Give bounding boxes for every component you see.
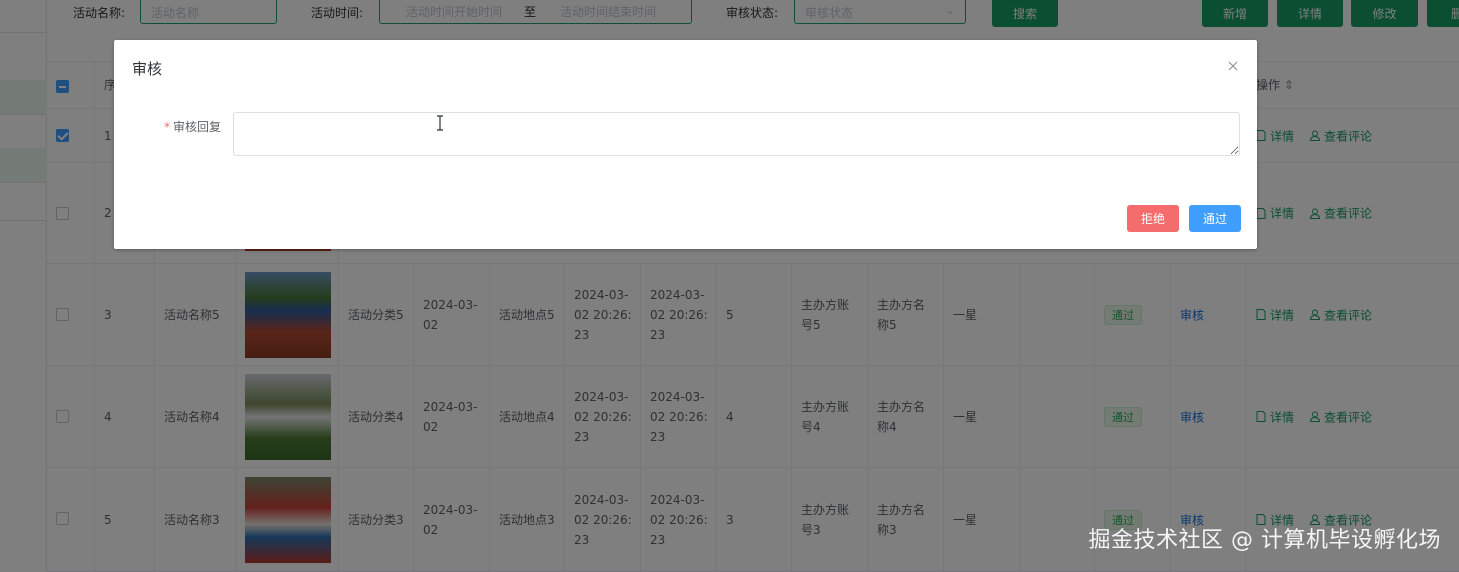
audit-reply-label-text: 审核回复 [173,120,222,134]
audit-dialog: 审核 * 审核回复 拒绝 通过 [114,40,1257,249]
text-cursor-icon [437,115,443,131]
audit-reply-textarea[interactable] [233,112,1240,156]
close-icon[interactable] [1225,58,1241,74]
required-mark: * [164,120,170,134]
audit-reply-label: * 审核回复 [164,118,221,135]
watermark: 掘金技术社区 @ 计算机毕设孵化场 [1088,528,1441,553]
reject-button[interactable]: 拒绝 [1127,205,1179,232]
dialog-title: 审核 [132,60,163,78]
pass-button[interactable]: 通过 [1189,205,1241,232]
